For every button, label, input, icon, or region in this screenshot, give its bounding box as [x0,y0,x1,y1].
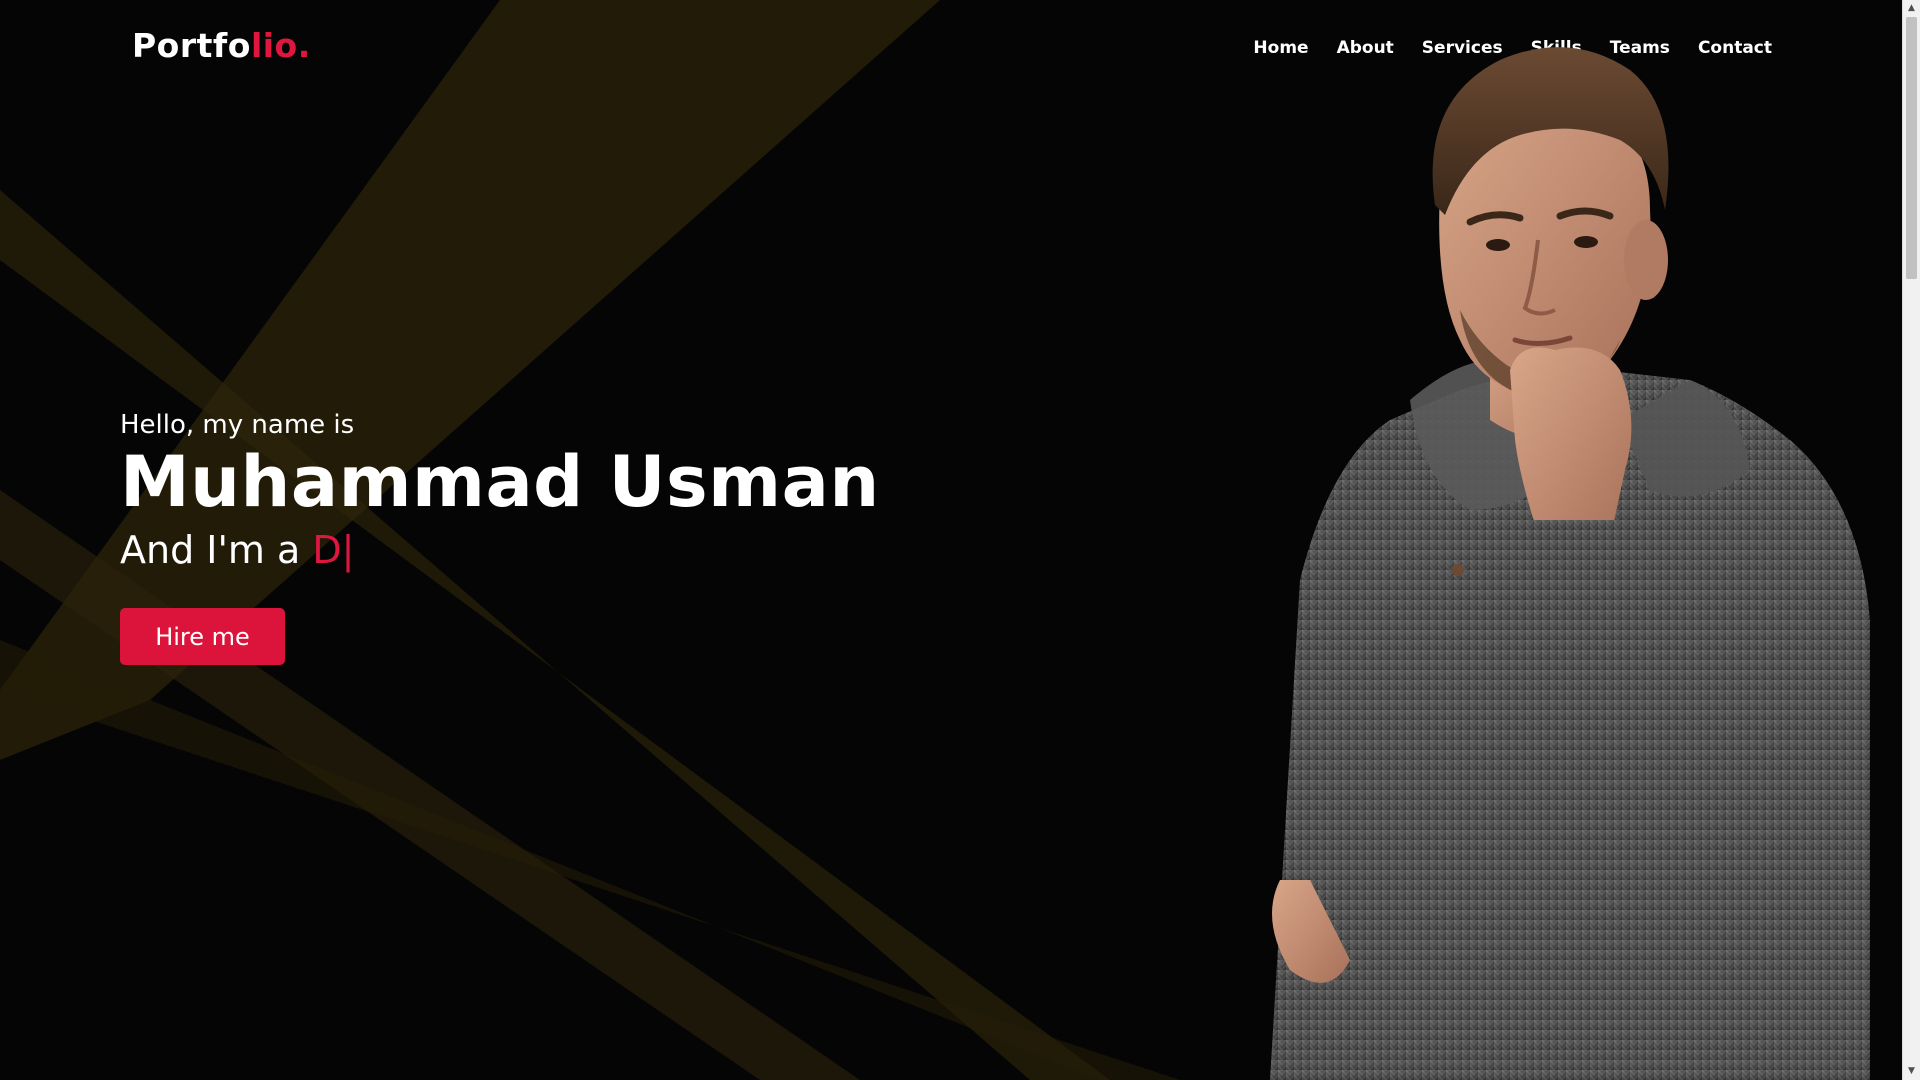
portfolio-page: Portfolio. Home About Services Skills Te… [0,0,1920,1080]
scroll-down-icon[interactable]: ▼ [1903,1063,1920,1080]
hire-me-button[interactable]: Hire me [120,608,285,665]
hero-portrait-image [1270,47,1870,1080]
hero-role-typed: D| [312,527,355,572]
hero-name: Muhammad Usman [120,441,880,523]
scroll-up-icon[interactable]: ▲ [1903,0,1920,17]
page-scrollbar[interactable]: ▲ ▼ [1902,0,1920,1080]
hero-greeting: Hello, my name is [120,410,355,440]
logo-accent-text: lio. [250,26,311,65]
hero-role: And I'm a D| [120,528,880,572]
scrollbar-thumb[interactable] [1906,17,1917,279]
hero-role-prefix: And I'm a [120,527,313,572]
hero-section: Hello, my name is Muhammad Usman And I'm… [120,410,880,572]
site-logo[interactable]: Portfolio. [132,26,311,65]
logo-text: Portfo [132,26,251,65]
